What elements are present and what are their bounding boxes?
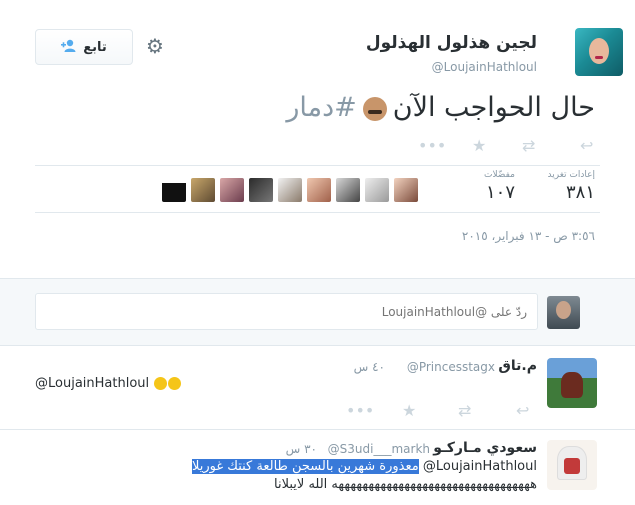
favorites-label: مفضّلات xyxy=(483,170,515,180)
divider xyxy=(35,165,600,166)
current-user-avatar xyxy=(547,296,580,329)
follow-label: تابع xyxy=(83,39,107,55)
follow-button[interactable]: تابع xyxy=(35,29,133,65)
reply-avatar[interactable] xyxy=(547,440,597,490)
reply-time[interactable]: ٣٠ س xyxy=(286,442,317,456)
author-handle[interactable]: @LoujainHathloul xyxy=(432,60,537,74)
hashtag-link[interactable]: #دمار xyxy=(286,92,356,123)
mention-link[interactable]: @LoujainHathloul xyxy=(423,459,537,474)
retweets-count: ٣٨١ xyxy=(565,182,595,203)
author-name[interactable]: لجين هذلول الهذلول xyxy=(366,33,537,53)
faver-avatar[interactable] xyxy=(307,178,331,202)
tweet-timestamp[interactable]: ٣:٥٦ ص - ١٣ فبراير، ٢٠١٥ xyxy=(462,229,595,243)
reply-actions: ↩ ⇄ ★ ••• xyxy=(346,402,536,422)
faver-avatar[interactable] xyxy=(162,178,186,202)
gear-icon[interactable]: ⚙ xyxy=(144,35,166,57)
faver-avatar[interactable] xyxy=(249,178,273,202)
faver-avatar[interactable] xyxy=(365,178,389,202)
faver-avatar[interactable] xyxy=(220,178,244,202)
reply-input[interactable] xyxy=(35,293,538,330)
faver-avatar[interactable] xyxy=(336,178,360,202)
reply-icon[interactable]: ↩ xyxy=(516,402,529,420)
reply-author-name[interactable]: سعودي مـاركـو xyxy=(433,440,537,456)
man-emoji-icon xyxy=(362,96,387,121)
reply-author-name[interactable]: م.تاق xyxy=(498,358,537,374)
retweet-icon[interactable]: ⇄ xyxy=(522,137,535,155)
author-avatar[interactable] xyxy=(575,28,623,76)
tweet-body: حال الحواجب الآن xyxy=(392,92,595,123)
reply-text: معذورة شهرين بالسجن طالعة كنتك غوريلا @L… xyxy=(191,459,537,474)
divider xyxy=(35,212,600,213)
tweet-actions: ↩ ⇄ ★ ••• xyxy=(410,137,600,157)
faver-avatar[interactable] xyxy=(394,178,418,202)
star-icon[interactable]: ★ xyxy=(402,402,416,420)
more-icon[interactable]: ••• xyxy=(418,137,446,155)
favorites-count: ١٠٧ xyxy=(485,182,515,203)
reply-text-line2: هههههههههههههههههههههههههههههههههه الله … xyxy=(274,477,537,492)
main-tweet: لجين هذلول الهذلول @LoujainHathloul تابع… xyxy=(0,0,635,278)
reply-avatar[interactable] xyxy=(547,358,597,408)
reply-author-handle[interactable]: @Princesstagx xyxy=(407,360,495,374)
retweets-label: إعادات تغريد xyxy=(547,170,596,180)
reply-icon[interactable]: ↩ xyxy=(580,137,593,155)
tweet-text: حال الحواجب الآن #دمار xyxy=(286,92,595,123)
faver-avatar[interactable] xyxy=(191,178,215,202)
reply-text: @LoujainHathloul xyxy=(35,376,182,391)
add-user-icon xyxy=(61,38,77,57)
reply-tweet[interactable]: سعودي مـاركـو @S3udi___markh ٣٠ س معذورة… xyxy=(0,430,635,505)
tweet-stats: إعادات تغريد ٣٨١ مفضّلات ١٠٧ xyxy=(465,170,595,210)
reply-box xyxy=(0,278,635,346)
reply-author-handle[interactable]: @S3udi___markh xyxy=(328,442,430,456)
highlighted-text: معذورة شهرين بالسجن طالعة كنتك غوريلا xyxy=(191,459,419,474)
retweets-stat[interactable]: إعادات تغريد ٣٨١ xyxy=(548,170,596,203)
favorites-stat[interactable]: مفضّلات ١٠٧ xyxy=(484,170,515,203)
more-icon[interactable]: ••• xyxy=(346,402,374,420)
mention-link[interactable]: @LoujainHathloul xyxy=(35,376,149,391)
laughing-emoji-icon xyxy=(154,377,168,390)
star-icon[interactable]: ★ xyxy=(472,137,486,155)
reply-time[interactable]: ٤٠ س xyxy=(354,360,385,374)
faver-avatar[interactable] xyxy=(278,178,302,202)
retweet-icon[interactable]: ⇄ xyxy=(458,402,471,420)
reply-tweet[interactable]: م.تاق @Princesstagx ٤٠ س @LoujainHathlou… xyxy=(0,346,635,430)
laughing-emoji-icon xyxy=(168,377,182,390)
